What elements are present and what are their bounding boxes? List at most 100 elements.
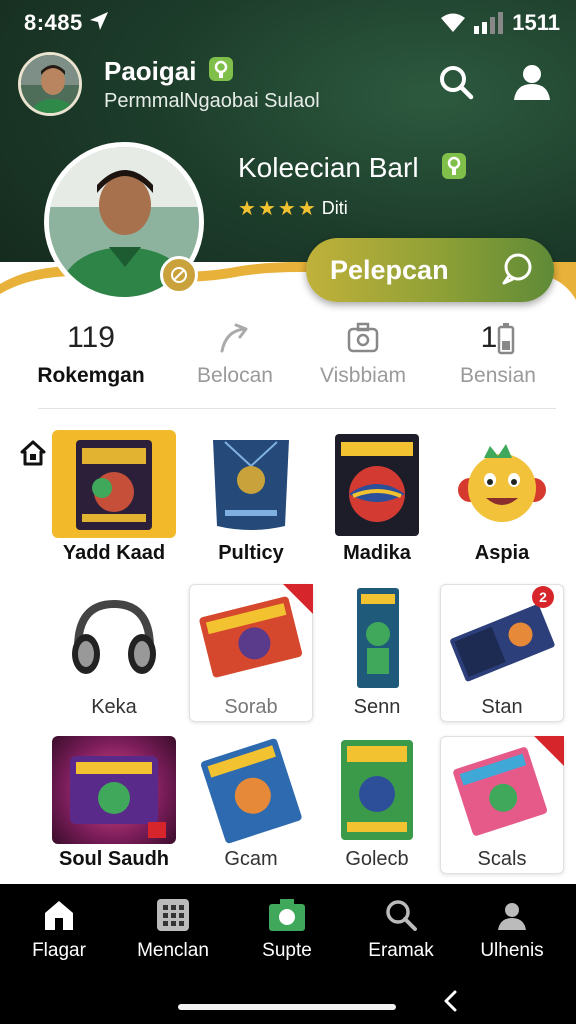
profile-icon (498, 903, 526, 930)
chevron-left-icon[interactable] (440, 990, 462, 1012)
tab-icon-wrap (232, 896, 342, 932)
stat-value: 119 (67, 321, 115, 354)
pouch-icon (213, 440, 289, 530)
item-label: Aspia (474, 542, 530, 564)
home-indicator[interactable] (178, 1004, 396, 1010)
screen: 8:485 1511 Paoigai PermmalNgaobai Sulaol… (0, 0, 576, 1024)
card-pack-icon (341, 740, 413, 840)
star-icon: ★ (257, 198, 276, 220)
stat-icon-wrap (165, 318, 305, 358)
tab-icon-wrap (346, 896, 456, 932)
item-label: Sorab (224, 696, 278, 718)
stat-icon-wrap (293, 318, 433, 358)
collection-item[interactable]: Golecb (315, 736, 439, 876)
item-label: Stan (481, 696, 523, 718)
stat-belocan[interactable]: Belocan (165, 318, 305, 388)
collection-item[interactable]: Madika (315, 430, 439, 570)
card-pack-icon (76, 440, 152, 530)
tab-menclan[interactable]: Menclan (118, 896, 228, 962)
card-pack-icon (357, 588, 399, 688)
item-label: Pulticy (218, 542, 284, 564)
tab-label: Menclan (137, 940, 209, 961)
signal-icon (474, 12, 504, 34)
tab-eramak[interactable]: Eramak (346, 896, 456, 962)
ribbon-icon (534, 736, 564, 766)
tab-label: Flagar (32, 940, 86, 961)
collection-item[interactable]: Gcam (189, 736, 313, 876)
profile-icon (514, 65, 550, 100)
search-icon (440, 66, 474, 100)
collection-item[interactable]: Senn (315, 584, 439, 724)
stat-rokemgan[interactable]: 119 Rokemgan (21, 318, 161, 388)
item-label: Golecb (345, 848, 409, 870)
status-bar: 8:485 1511 (0, 0, 576, 44)
tab-supte[interactable]: Supte (232, 896, 342, 962)
house-icon[interactable] (20, 440, 46, 466)
star-icon: ★ (277, 198, 296, 220)
tab-label: Supte (262, 940, 312, 961)
collection-item[interactable]: Pulticy (189, 430, 313, 570)
collection-item[interactable]: Soul Saudh (52, 736, 176, 876)
tab-icon-wrap (118, 896, 228, 932)
star-icon: ★ (297, 198, 316, 220)
avatar[interactable] (18, 52, 82, 116)
camera-icon (269, 899, 305, 931)
collection-item[interactable]: Aspia (440, 430, 564, 570)
stat-bensian[interactable]: 1 Bensian (428, 318, 568, 388)
cta-label: Pelepcan (330, 254, 449, 285)
chat-bubble-icon (502, 253, 532, 285)
tab-label: Ulhenis (480, 940, 544, 961)
bottom-tab-bar: Flagar Menclan Supte Eramak Ulhenis (0, 884, 576, 1024)
item-label: Scals (477, 848, 527, 870)
status-time: 8:485 (24, 10, 83, 35)
card-pack-icon (70, 756, 166, 838)
status-right: 1511 (440, 10, 560, 36)
verified-badge-icon (442, 153, 466, 179)
item-label: Yadd Kaad (62, 542, 166, 564)
stat-value: 1 (480, 321, 498, 354)
star-icon: ★ (238, 198, 256, 220)
verified-badge-icon (209, 57, 233, 81)
battery-icon (498, 323, 515, 355)
search-icon (386, 900, 417, 931)
stat-visbbiam[interactable]: Visbbiam (293, 318, 433, 388)
status-clock: 1511 (512, 10, 560, 35)
tab-icon-wrap (457, 896, 567, 932)
stats-row: 119 Rokemgan Belocan Visbbiam 1 Bensian (0, 318, 576, 398)
primary-cta-button[interactable]: Pelepcan (306, 238, 554, 302)
profile-badge-icon (160, 256, 198, 294)
home-icon (45, 901, 73, 930)
tab-label: Eramak (368, 940, 434, 961)
item-label: Keka (91, 696, 137, 718)
collection-item[interactable]: Yadd Kaad (52, 430, 176, 570)
emoji-icon (458, 444, 546, 522)
stat-label: Bensian (460, 364, 536, 387)
tab-ulhenis[interactable]: Ulhenis (457, 896, 567, 962)
tab-flagar[interactable]: Flagar (4, 896, 114, 962)
notification-badge: 2 (532, 586, 554, 608)
item-label: Gcam (224, 848, 278, 870)
camera-icon (347, 322, 379, 353)
stat-label: Rokemgan (37, 364, 145, 387)
rating-label: Diti (321, 198, 348, 218)
search-button[interactable] (434, 60, 478, 104)
stat-label: Visbbiam (320, 364, 406, 387)
card-pack-icon (201, 738, 302, 844)
header-name: Paoigai (104, 56, 197, 86)
headphones-icon (72, 599, 156, 674)
item-label: Soul Saudh (59, 848, 169, 870)
header-subtitle: PermmalNgaobai Sulaol (104, 90, 320, 112)
collection-item[interactable]: Scals (440, 736, 564, 876)
snack-bag-icon (335, 434, 419, 536)
collection-title: Koleecian Barl (238, 152, 419, 183)
grid-icon (157, 899, 189, 931)
location-arrow-icon (90, 12, 108, 30)
collection-item[interactable]: 2 Stan (440, 584, 564, 724)
collection-item[interactable]: Sorab (189, 584, 313, 724)
tab-icon-wrap (4, 896, 114, 932)
arrow-icon (220, 323, 248, 353)
profile-button[interactable] (510, 60, 554, 104)
collection-item[interactable]: Keka (52, 584, 176, 724)
item-label: Madika (343, 542, 411, 564)
item-label: Senn (353, 696, 401, 718)
